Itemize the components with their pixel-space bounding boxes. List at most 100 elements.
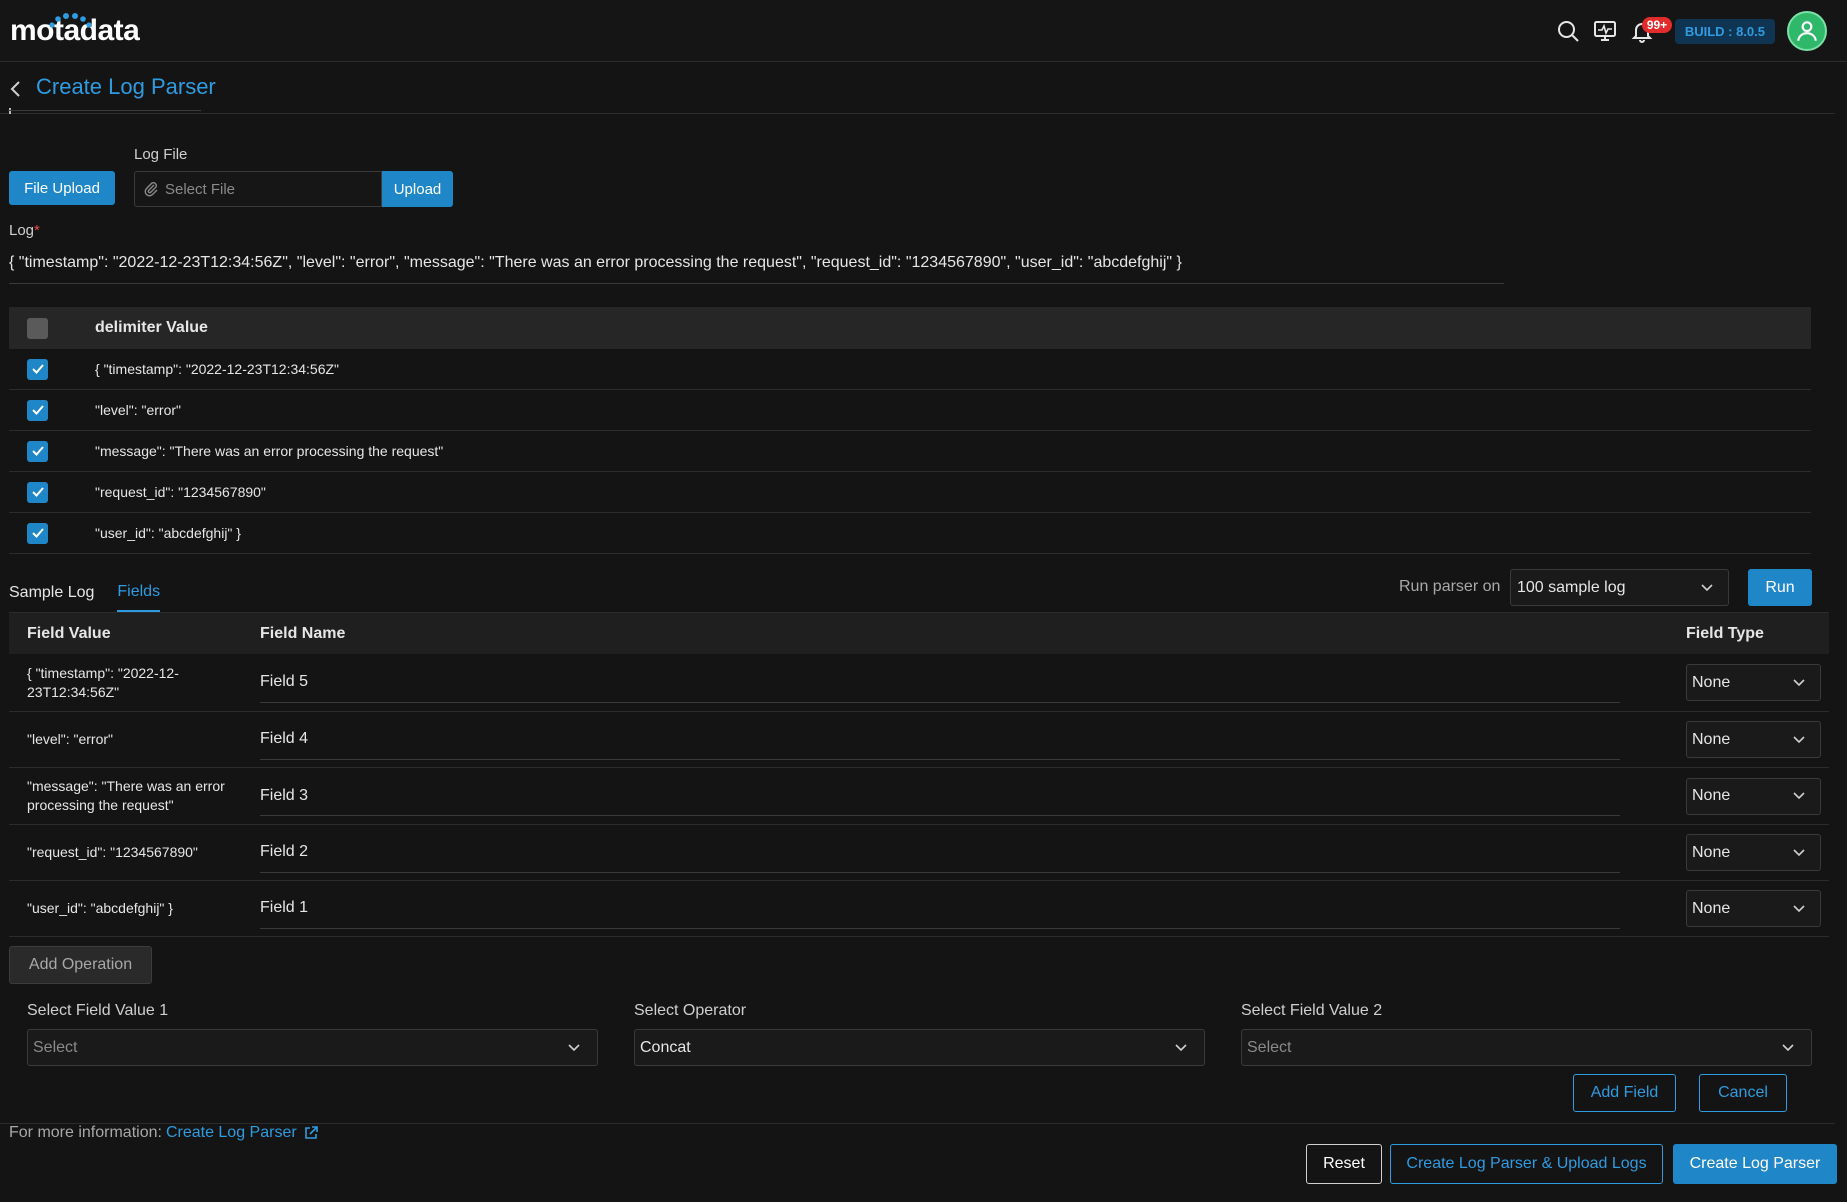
notification-bell-icon[interactable]: 99+	[1624, 13, 1673, 49]
tab-fields[interactable]: Fields	[117, 574, 161, 612]
chevron-down-icon	[1793, 792, 1805, 800]
field-value-1-selected: Select	[33, 1038, 78, 1056]
add-operation-button[interactable]: Add Operation	[9, 946, 152, 984]
delimiter-table-header: delimiter Value	[9, 307, 1811, 349]
field-name-input[interactable]: Field 3	[260, 776, 1620, 816]
field-name-input[interactable]: Field 1	[260, 889, 1620, 929]
notification-count-badge: 99+	[1641, 17, 1673, 33]
external-link-icon[interactable]	[303, 1125, 319, 1141]
more-info: For more information: Create Log Parser	[9, 1124, 319, 1142]
field-type-value: None	[1692, 730, 1731, 748]
monitor-icon[interactable]	[1587, 13, 1623, 49]
more-info-text: For more information:	[9, 1124, 162, 1141]
top-bar: motadata 99+ BUILD : 8.0.5	[0, 0, 1847, 62]
field-type-select[interactable]: None	[1686, 664, 1821, 701]
delimiter-value: "request_id": "1234567890"	[95, 484, 266, 500]
select-operator[interactable]: Concat	[634, 1029, 1205, 1066]
field-value-cell: "level": "error"	[27, 731, 114, 747]
delimiter-value: "user_id": "abcdefghij" }	[95, 525, 241, 541]
delimiter-row: "level": "error"	[9, 390, 1811, 431]
field-type-value: None	[1692, 899, 1731, 917]
logo[interactable]: motadata	[10, 13, 140, 48]
delimiter-row: { "timestamp": "2022-12-23T12:34:56Z"	[9, 349, 1811, 390]
chevron-down-icon	[1793, 735, 1805, 743]
field-value-cell: "message": "There was an error processin…	[27, 778, 225, 813]
delimiter-value: "message": "There was an error processin…	[95, 443, 444, 459]
field-type-select[interactable]: None	[1686, 890, 1821, 927]
delimiter-value: { "timestamp": "2022-12-23T12:34:56Z"	[95, 361, 340, 377]
field-name-input[interactable]: Field 2	[260, 833, 1620, 873]
field-name-input[interactable]: Field 4	[260, 720, 1620, 760]
delimiter-header-label: delimiter Value	[95, 319, 208, 336]
file-upload-button[interactable]: File Upload	[9, 171, 115, 205]
table-row: "request_id": "1234567890" Field 2 None	[9, 825, 1829, 881]
select-field-value-2[interactable]: Select	[1241, 1029, 1812, 1066]
table-row: "message": "There was an error processin…	[9, 768, 1829, 825]
table-row: "level": "error" Field 4 None	[9, 712, 1829, 768]
select-operator-label: Select Operator	[634, 1002, 747, 1019]
field-type-select[interactable]: None	[1686, 777, 1821, 815]
logo-dots-icon	[49, 13, 92, 28]
select-all-checkbox[interactable]	[27, 317, 48, 339]
create-and-upload-button[interactable]: Create Log Parser & Upload Logs	[1390, 1144, 1663, 1184]
header-field-value: Field Value	[27, 625, 111, 642]
run-parser-label: Run parser on	[1399, 578, 1501, 595]
fields-table-header: Field Value Field Name Field Type	[9, 612, 1829, 654]
tab-sample-log[interactable]: Sample Log	[9, 574, 94, 612]
chevron-down-icon	[1175, 1043, 1187, 1051]
field-type-select[interactable]: None	[1686, 834, 1821, 871]
operator-selected: Concat	[640, 1038, 691, 1056]
sample-log-select[interactable]: 100 sample log	[1510, 569, 1729, 606]
fields-table: Field Value Field Name Field Type { "tim…	[9, 612, 1829, 937]
sample-log-selected: 100 sample log	[1517, 578, 1626, 596]
tab-bar: Sample Log Fields	[9, 574, 183, 612]
row-checkbox[interactable]	[27, 440, 48, 462]
delimiter-row: "message": "There was an error processin…	[9, 431, 1811, 472]
row-checkbox[interactable]	[27, 399, 48, 421]
log-input[interactable]: { "timestamp": "2022-12-23T12:34:56Z", "…	[9, 254, 1504, 284]
chevron-down-icon	[1793, 904, 1805, 912]
row-checkbox[interactable]	[27, 481, 48, 503]
add-field-button[interactable]: Add Field	[1573, 1074, 1676, 1112]
select-field-value-1[interactable]: Select	[27, 1029, 598, 1066]
required-mark: *	[34, 222, 40, 239]
field-type-value: None	[1692, 787, 1731, 804]
chevron-down-icon	[1793, 678, 1805, 686]
cancel-button[interactable]: Cancel	[1699, 1074, 1787, 1112]
delimiter-row: "request_id": "1234567890"	[9, 472, 1811, 513]
log-file-label: Log File	[134, 146, 188, 163]
create-log-parser-button[interactable]: Create Log Parser	[1673, 1144, 1837, 1184]
field-value-cell: "request_id": "1234567890"	[27, 844, 198, 860]
run-button[interactable]: Run	[1748, 569, 1812, 606]
reset-button[interactable]: Reset	[1306, 1144, 1382, 1184]
back-chevron-icon[interactable]	[8, 79, 24, 99]
build-badge: BUILD : 8.0.5	[1674, 18, 1775, 44]
select-file-placeholder: Select File	[165, 180, 236, 198]
field-value-2-selected: Select	[1247, 1038, 1292, 1056]
chevron-down-icon	[1782, 1043, 1794, 1051]
select-file-input[interactable]: Select File	[134, 171, 382, 207]
partial-field-marker	[9, 108, 11, 114]
table-row: { "timestamp": "2022-12-23T12:34:56Z" Fi…	[9, 654, 1829, 712]
partial-field-underline	[8, 110, 201, 111]
field-name-input[interactable]: Field 5	[260, 663, 1620, 703]
delimiter-row: "user_id": "abcdefghij" }	[9, 513, 1811, 554]
create-log-parser-doc-link[interactable]: Create Log Parser	[166, 1124, 297, 1142]
field-type-value: None	[1692, 673, 1731, 691]
field-value-cell: { "timestamp": "2022-12-23T12:34:56Z"	[27, 664, 179, 700]
user-icon	[1797, 21, 1817, 41]
user-avatar[interactable]	[1787, 11, 1827, 51]
paperclip-icon	[144, 182, 158, 197]
row-checkbox[interactable]	[27, 358, 48, 380]
page-header: Create Log Parser	[0, 62, 1835, 114]
field-type-select[interactable]: None	[1686, 721, 1821, 758]
delimiter-table: delimiter Value { "timestamp": "2022-12-…	[9, 307, 1811, 554]
table-row: "user_id": "abcdefghij" } Field 1 None	[9, 881, 1829, 937]
delimiter-value: "level": "error"	[95, 402, 182, 418]
log-label-text: Log	[9, 222, 35, 239]
log-label: Log*	[9, 222, 40, 239]
chevron-down-icon	[1793, 848, 1805, 856]
row-checkbox[interactable]	[27, 522, 48, 544]
search-icon[interactable]	[1550, 13, 1586, 49]
upload-button[interactable]: Upload	[382, 171, 453, 207]
